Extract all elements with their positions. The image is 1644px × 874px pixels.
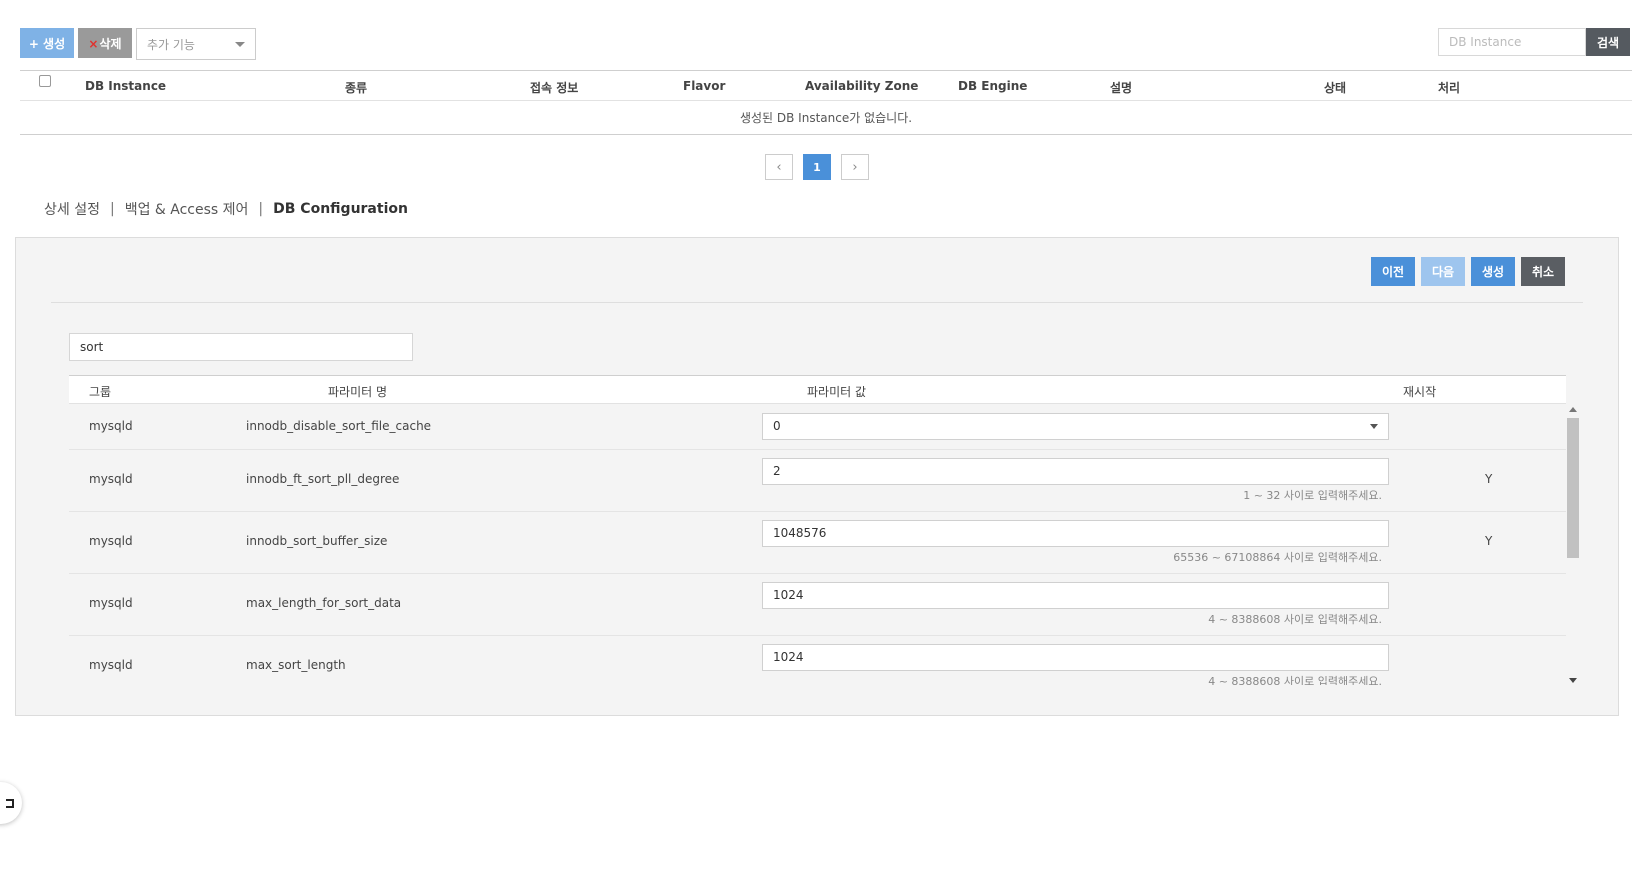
parameter-value-input[interactable]: 2 [762,458,1389,485]
parameter-value: 0 [773,419,781,433]
col-restart: 재시작 [1403,385,1437,399]
pagination: ‹ 1 › [765,154,869,180]
tab-separator: | [109,201,115,217]
row-restart: Y [1485,472,1493,486]
bracket-icon [6,798,14,808]
parameter-table-scrollbar[interactable] [1566,404,1580,686]
search-input[interactable] [1438,28,1586,56]
scrollbar-thumb[interactable] [1567,418,1579,558]
row-group: mysqld [89,534,133,548]
parameter-value-input[interactable]: 1048576 [762,520,1389,547]
panel-actions: 이전 다음 생성 취소 [1371,257,1565,286]
table-row: mysqld innodb_disable_sort_file_cache 0 [69,404,1566,450]
select-all-checkbox[interactable] [39,75,51,87]
extra-functions-select[interactable]: 추가 기능 [136,28,256,60]
range-hint: 4 ~ 8388608 사이로 입력해주세요. [1208,675,1382,685]
floating-chat-button[interactable] [0,782,22,824]
scroll-down-icon[interactable] [1569,678,1577,683]
parameter-value-input[interactable]: 1024 [762,582,1389,609]
parameter-value-input[interactable]: 1024 [762,644,1389,671]
col-type: 종류 [345,81,368,95]
delete-button[interactable]: ×삭제 [78,28,132,58]
chevron-down-icon [1370,424,1378,429]
row-group: mysqld [89,472,133,486]
next-page-button[interactable]: › [841,154,869,180]
col-availability-zone: Availability Zone [805,79,919,93]
cancel-button[interactable]: 취소 [1521,257,1565,286]
row-parameter-name: max_sort_length [246,658,346,672]
row-parameter-name: innodb_ft_sort_pll_degree [246,472,400,486]
next-button[interactable]: 다음 [1421,257,1465,286]
page-1-button[interactable]: 1 [803,154,831,180]
scroll-up-icon[interactable] [1569,407,1577,412]
row-parameter-name: innodb_disable_sort_file_cache [246,419,432,433]
col-db-engine: DB Engine [958,79,1028,93]
range-hint: 65536 ~ 67108864 사이로 입력해주세요. [1173,551,1382,564]
instance-search: 검색 [1438,28,1630,56]
divider [51,302,1583,303]
tab-backup-access[interactable]: 백업 & Access 제어 [125,199,249,219]
col-db-instance: DB Instance [85,79,167,93]
prev-button[interactable]: 이전 [1371,257,1415,286]
instance-table-header: DB Instance 종류 접속 정보 Flavor Availability… [20,70,1632,101]
parameter-table-header: 그룹 파라미터 명 파라미터 값 재시작 [69,375,1566,404]
col-description: 설명 [1110,81,1133,95]
db-configuration-panel: 이전 다음 생성 취소 sort 그룹 파라미터 명 파라미터 값 재시작 my… [15,237,1619,716]
create-instance-button[interactable]: 생성 [1471,257,1515,286]
parameter-filter-input[interactable]: sort [69,333,413,361]
parameter-value-select[interactable]: 0 [762,413,1389,440]
row-group: mysqld [89,596,133,610]
col-parameter-value: 파라미터 값 [807,385,867,399]
col-connection-info: 접속 정보 [530,81,579,95]
extra-functions-label: 추가 기능 [147,37,195,52]
table-row: mysqld max_sort_length 1024 4 ~ 8388608 … [69,636,1566,685]
table-row: mysqld innodb_sort_buffer_size 1048576 6… [69,512,1566,574]
row-parameter-name: innodb_sort_buffer_size [246,534,388,548]
col-flavor: Flavor [683,79,726,93]
range-hint: 4 ~ 8388608 사이로 입력해주세요. [1208,613,1382,626]
col-parameter-name: 파라미터 명 [328,385,388,399]
parameter-table-body: mysqld innodb_disable_sort_file_cache 0 … [69,404,1566,685]
instance-table: DB Instance 종류 접속 정보 Flavor Availability… [20,70,1632,135]
row-restart: Y [1485,534,1493,548]
row-group: mysqld [89,419,133,433]
create-button[interactable]: + 생성 [20,28,74,58]
table-row: mysqld max_length_for_sort_data 1024 4 ~… [69,574,1566,636]
prev-page-button[interactable]: ‹ [765,154,793,180]
table-row: mysqld innodb_ft_sort_pll_degree 2 1 ~ 3… [69,450,1566,512]
parameter-table: 그룹 파라미터 명 파라미터 값 재시작 mysqld innodb_disab… [69,375,1566,685]
tab-separator: | [258,201,264,217]
tab-detail-settings[interactable]: 상세 설정 [44,199,100,219]
col-status: 상태 [1324,81,1347,95]
delete-button-label: 삭제 [99,36,122,51]
instance-toolbar: + 생성 ×삭제 추가 기능 [20,28,256,60]
empty-message: 생성된 DB Instance가 없습니다. [20,101,1632,135]
row-group: mysqld [89,658,133,672]
row-parameter-name: max_length_for_sort_data [246,596,402,610]
delete-x-icon: × [88,36,99,51]
detail-tabs: 상세 설정 | 백업 & Access 제어 | DB Configuratio… [44,199,408,219]
search-button[interactable]: 검색 [1586,28,1630,56]
chevron-down-icon [235,41,245,47]
col-action: 처리 [1438,81,1461,95]
tab-db-configuration[interactable]: DB Configuration [273,201,408,217]
col-group: 그룹 [89,385,112,399]
range-hint: 1 ~ 32 사이로 입력해주세요. [1243,489,1382,502]
